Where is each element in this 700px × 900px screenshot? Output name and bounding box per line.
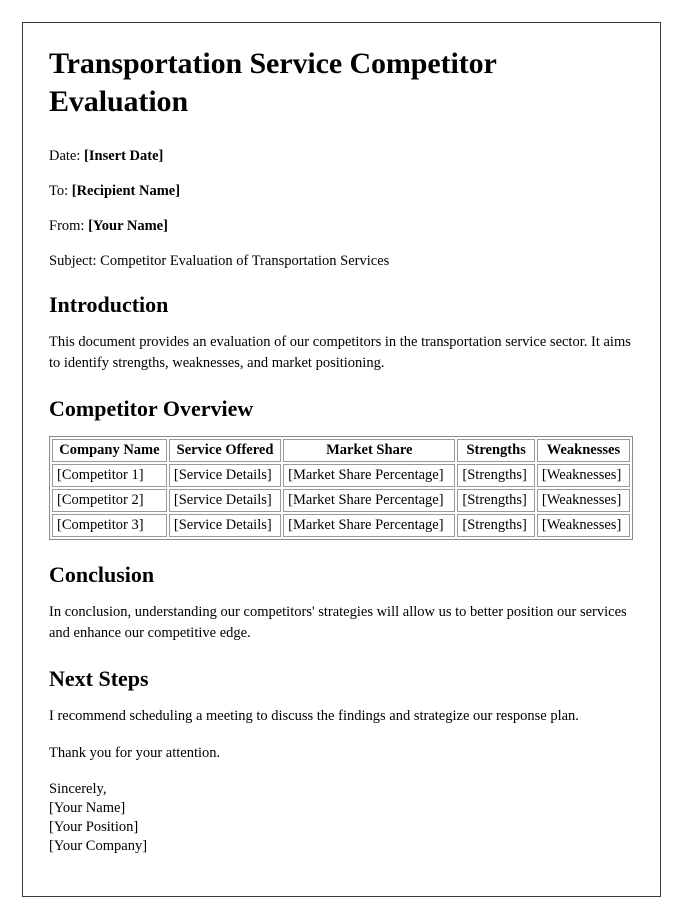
signature-block: Sincerely, [Your Name] [Your Position] [… <box>49 780 637 856</box>
table-header-company-name: Company Name <box>52 439 167 462</box>
introduction-paragraph: This document provides an evaluation of … <box>49 334 631 371</box>
signature-company: [Your Company] <box>49 838 148 854</box>
cell-market-share: [Market Share Percentage] <box>283 489 456 512</box>
cell-market-share: [Market Share Percentage] <box>283 464 456 487</box>
table-header-market-share: Market Share <box>283 439 456 462</box>
section-heading-introduction: Introduction <box>49 292 169 317</box>
meta-line-to: To: [Recipient Name] <box>49 182 637 200</box>
cell-service-offered: [Service Details] <box>168 489 282 512</box>
section-heading-competitor-overview: Competitor Overview <box>49 396 254 421</box>
cell-weaknesses: [Weaknesses] <box>536 514 630 537</box>
cell-company-name: [Competitor 3] <box>52 514 167 537</box>
meta-label-date: Date: <box>49 148 81 164</box>
meta-line-subject: Subject: Competitor Evaluation of Transp… <box>49 253 390 269</box>
meta-line-date: Date: [Insert Date] <box>49 147 637 165</box>
signature-position: [Your Position] <box>49 819 139 835</box>
signature-closing: Sincerely, <box>49 781 107 797</box>
meta-line-from: From: [Your Name] <box>49 217 637 235</box>
thank-you-line: Thank you for your attention. <box>49 745 221 761</box>
table-header-row: Company Name Service Offered Market Shar… <box>52 439 630 462</box>
meta-label-from: From: <box>49 218 85 234</box>
cell-strengths: [Strengths] <box>457 514 535 537</box>
table-header-weaknesses: Weaknesses <box>536 439 630 462</box>
section-heading-next-steps: Next Steps <box>49 666 149 691</box>
cell-service-offered: [Service Details] <box>168 464 282 487</box>
table-header-strengths: Strengths <box>457 439 535 462</box>
meta-value-date: [Insert Date] <box>84 148 164 164</box>
table-row: [Competitor 2] [Service Details] [Market… <box>52 489 630 512</box>
table-body: [Competitor 1] [Service Details] [Market… <box>52 464 630 537</box>
meta-value-from: [Your Name] <box>88 218 168 234</box>
cell-service-offered: [Service Details] <box>168 514 282 537</box>
cell-weaknesses: [Weaknesses] <box>536 464 630 487</box>
cell-strengths: [Strengths] <box>457 464 535 487</box>
cell-company-name: [Competitor 2] <box>52 489 167 512</box>
table-head: Company Name Service Offered Market Shar… <box>52 439 630 462</box>
cell-weaknesses: [Weaknesses] <box>536 489 630 512</box>
section-heading-conclusion: Conclusion <box>49 562 155 587</box>
table-header-service-offered: Service Offered <box>168 439 282 462</box>
page-frame: Transportation Service Competitor Evalua… <box>22 22 661 897</box>
signature-name: [Your Name] <box>49 800 126 816</box>
meta-value-to: [Recipient Name] <box>71 183 181 199</box>
cell-company-name: [Competitor 1] <box>52 464 167 487</box>
competitor-table: Company Name Service Offered Market Shar… <box>49 436 633 540</box>
table-row: [Competitor 3] [Service Details] [Market… <box>52 514 630 537</box>
cell-strengths: [Strengths] <box>457 489 535 512</box>
document-body: Transportation Service Competitor Evalua… <box>49 45 637 856</box>
table-row: [Competitor 1] [Service Details] [Market… <box>52 464 630 487</box>
page-title: Transportation Service Competitor Evalua… <box>49 47 497 118</box>
conclusion-paragraph: In conclusion, understanding our competi… <box>49 604 627 641</box>
cell-market-share: [Market Share Percentage] <box>283 514 456 537</box>
next-steps-paragraph: I recommend scheduling a meeting to disc… <box>49 708 579 724</box>
meta-label-to: To: <box>49 183 69 199</box>
